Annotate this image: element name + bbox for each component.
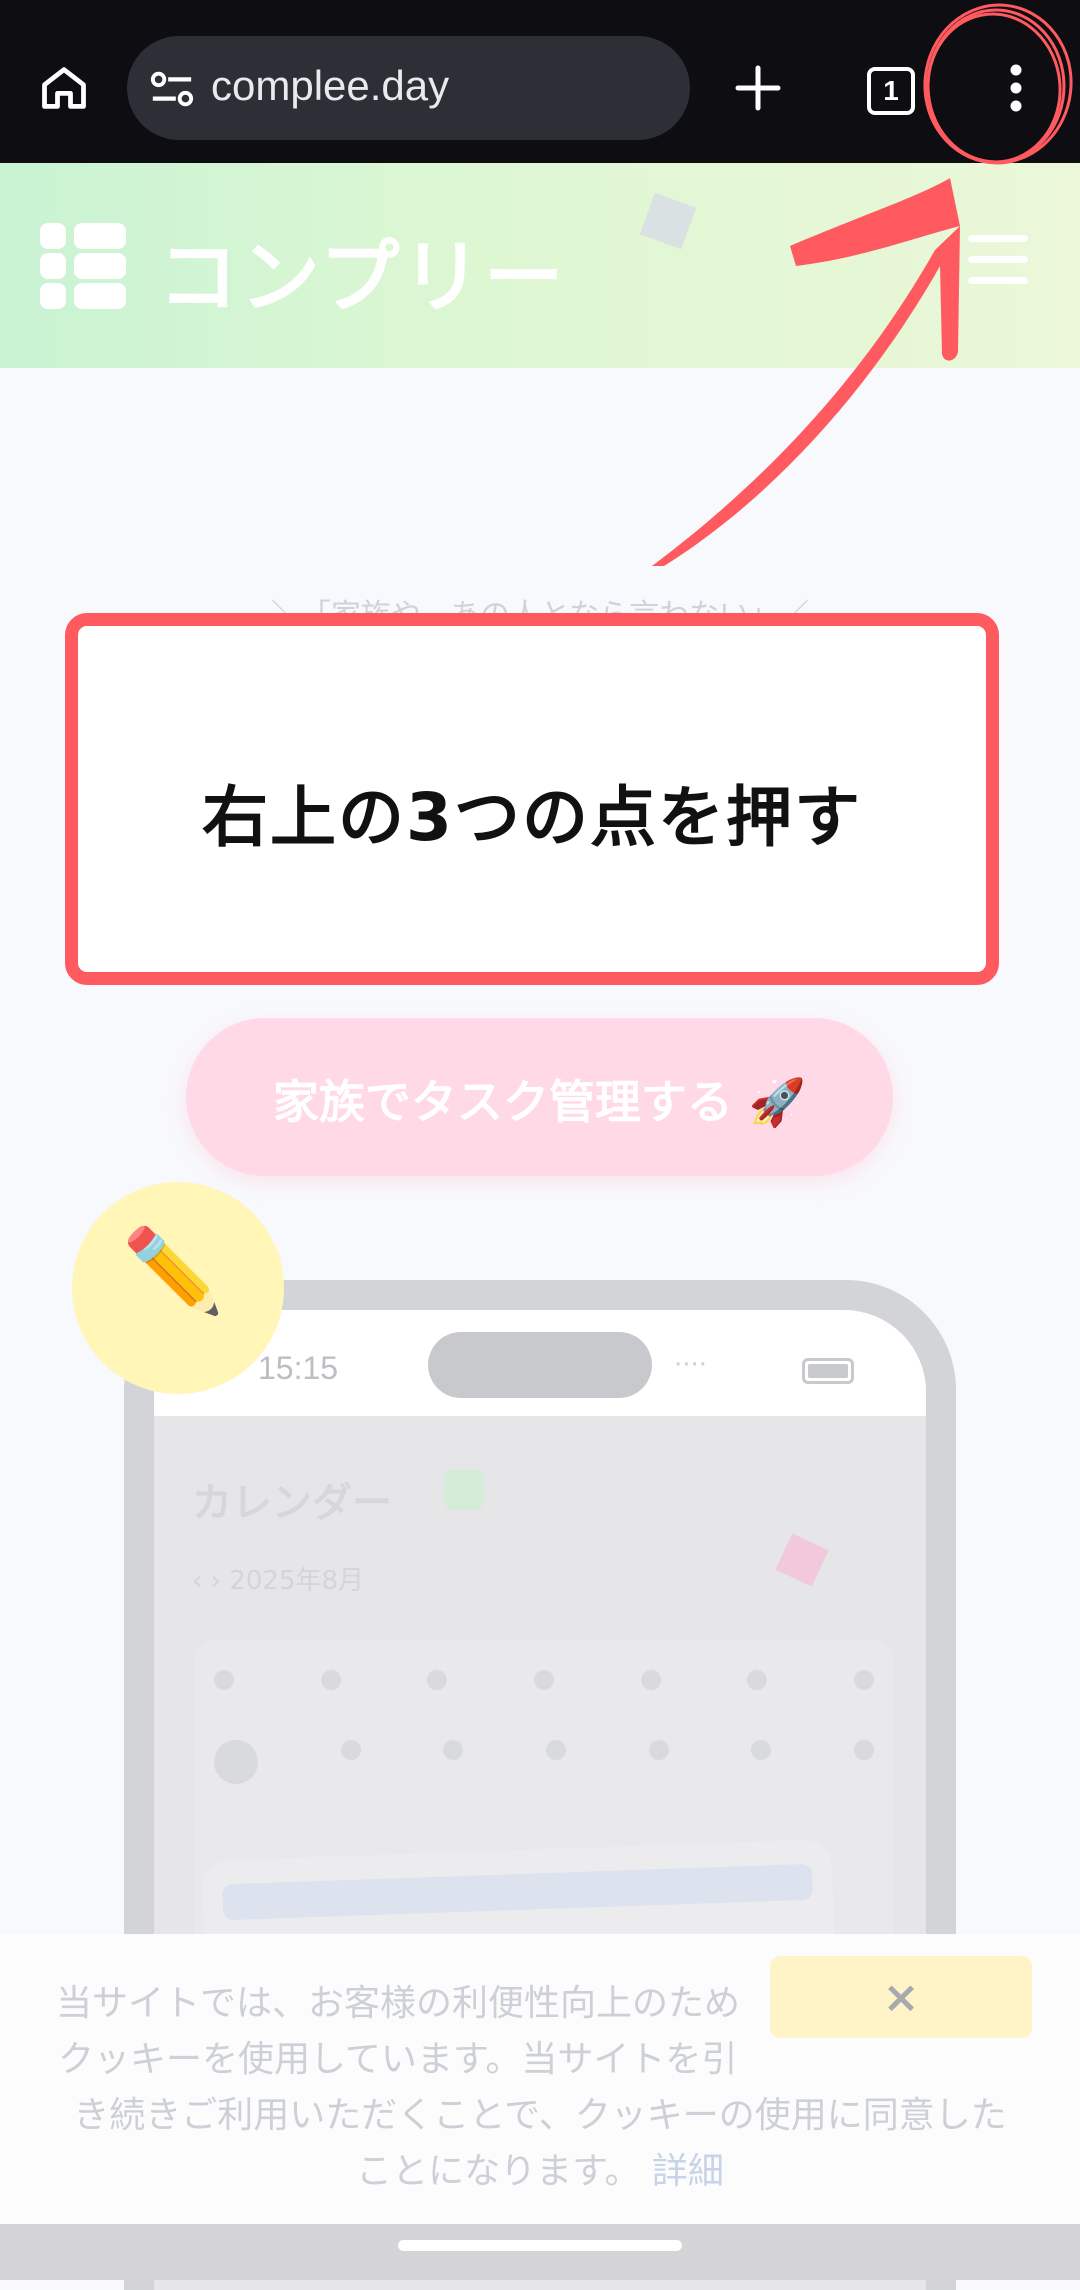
hamburger-menu-icon[interactable] (968, 235, 1028, 291)
tab-switcher-button[interactable]: 1 (862, 62, 918, 118)
battery-icon (802, 1358, 854, 1384)
more-menu-button[interactable] (980, 52, 1052, 124)
cookie-text-line: ことになります。 詳細 (0, 2142, 1080, 2194)
calendar-title: カレンダー (192, 1480, 392, 1526)
instruction-text: 右上の3つの点を押す (202, 779, 862, 856)
signal-icon: ···· (674, 1350, 708, 1380)
cookie-banner: 当サイトでは、お客様の利便性向上のため クッキーを使用しています。当サイトを引 … (0, 1934, 1080, 2224)
pencil-badge: ✏️ (72, 1182, 284, 1394)
cookie-text-line: 当サイトでは、お客様の利便性向上のため (56, 1983, 741, 2024)
cookie-text-line: クッキーを使用しています。当サイトを引 (58, 2039, 738, 2080)
tab-count: 1 (867, 67, 915, 115)
cookie-text-end: ことになります。 (356, 2151, 641, 2192)
cookie-details-link[interactable]: 詳細 (652, 2151, 724, 2192)
calendar-month: ‹ › 2025年8月 (192, 1566, 365, 1596)
cookie-text-line: き続きご利用いただくことで、クッキーの使用に同意した (73, 2095, 1007, 2136)
pencil-icon: ✏️ (122, 1224, 225, 1319)
home-button[interactable] (28, 52, 100, 124)
new-tab-button[interactable] (722, 52, 794, 124)
logo-text[interactable]: コンプリー (158, 213, 566, 329)
cookie-close-button[interactable]: × (770, 1956, 1032, 2038)
home-icon (42, 67, 86, 109)
plus-icon (735, 65, 781, 111)
decorative-shape (775, 1533, 829, 1587)
decorative-shape (639, 192, 697, 250)
site-settings-icon[interactable] (149, 66, 195, 112)
calendar-chip (444, 1470, 484, 1510)
three-dots-icon (1010, 64, 1022, 112)
url-text: complee.day (211, 62, 450, 109)
cta-label: 家族でタスク管理する 🚀 (272, 1075, 807, 1129)
dynamic-island (428, 1332, 652, 1398)
browser-toolbar: complee.day 1 (0, 0, 1080, 163)
home-gesture-handle[interactable] (398, 2240, 682, 2251)
instruction-box: 右上の3つの点を押す (65, 613, 999, 985)
site-header: コンプリー (0, 163, 1080, 368)
cta-button[interactable]: 家族でタスク管理する 🚀 (186, 1018, 893, 1176)
phone-time: 15:15 (258, 1350, 339, 1386)
system-nav-bar (0, 2224, 1080, 2280)
task-card-bar (222, 1863, 814, 1921)
address-bar[interactable]: complee.day (127, 36, 690, 140)
logo-icon (40, 223, 126, 309)
